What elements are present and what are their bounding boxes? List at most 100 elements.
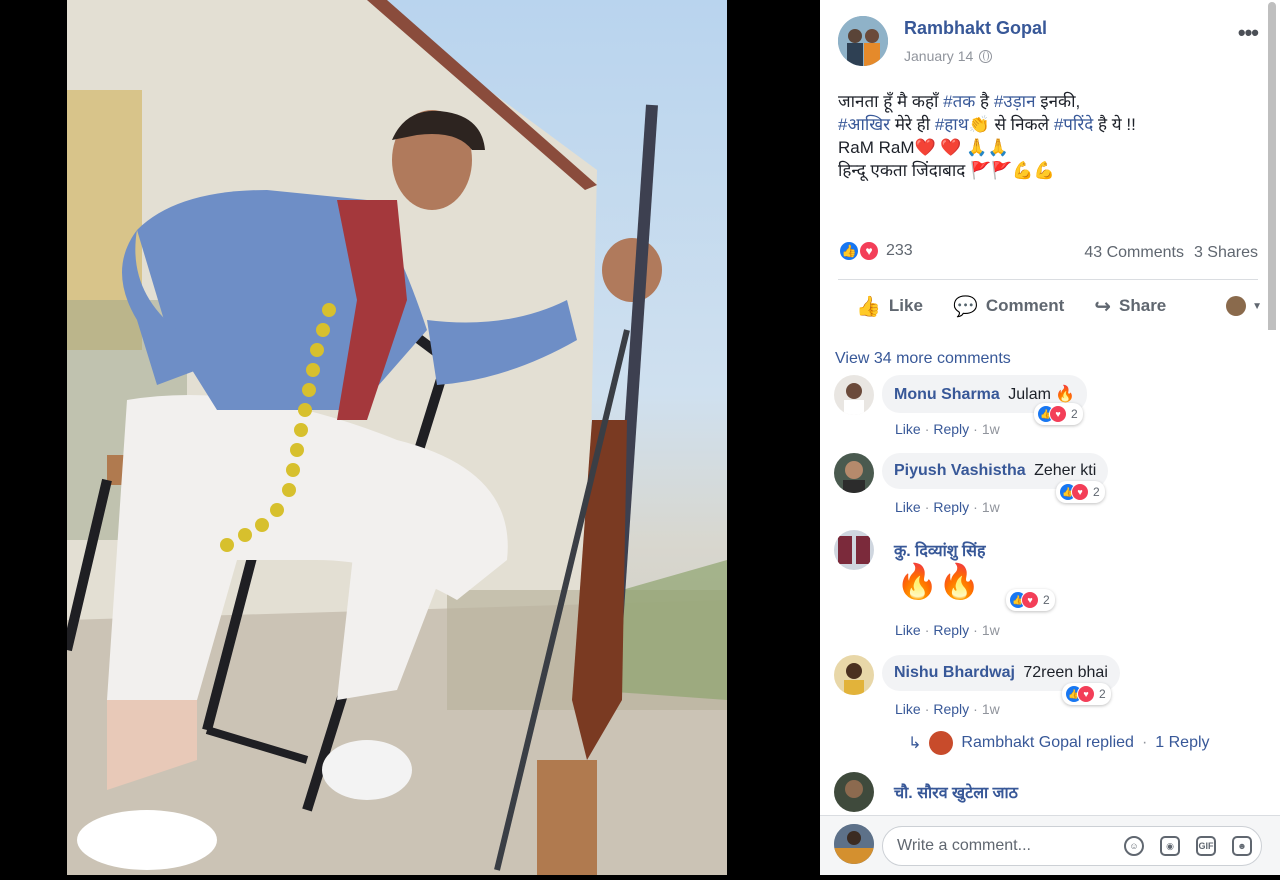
commenter-avatar[interactable]	[834, 453, 874, 493]
comment-reactions[interactable]: 👍 ♥ 2	[1034, 403, 1083, 425]
speech-bubble-icon: 💬	[952, 295, 978, 318]
comment-like-link[interactable]: Like	[895, 701, 921, 717]
post-photo[interactable]	[67, 0, 727, 875]
post-date[interactable]: January 14	[904, 48, 973, 64]
commenter-name[interactable]: कु. दिव्यांशु सिंह	[894, 543, 986, 560]
user-avatar-small	[1226, 296, 1247, 316]
comment-meta: Like · Reply · 1w	[895, 421, 1000, 437]
commenter-name[interactable]: Nishu Bhardwaj	[894, 664, 1015, 681]
view-more-comments-link[interactable]: View 34 more comments	[835, 350, 1011, 368]
comment-reaction-count: 2	[1071, 407, 1078, 421]
chevron-down-icon: ▼	[1252, 300, 1262, 312]
post-text-fragment: इनकी,	[1035, 92, 1081, 111]
hashtag-link[interactable]: #हाथ	[935, 115, 969, 134]
post-text-fragment: RaM RaM❤️ ❤️ 🙏🙏	[838, 138, 1009, 157]
reply-thread-link[interactable]: ↳ Rambhakt Gopal replied · 1 Reply	[908, 731, 1210, 755]
comment-button[interactable]: 💬 Comment	[953, 294, 1064, 319]
comment-reply-link[interactable]: Reply	[933, 701, 969, 717]
love-reaction-icon: ♥	[1077, 685, 1095, 703]
comment-text: Zeher kti	[1034, 462, 1097, 479]
commenter-avatar[interactable]	[834, 772, 874, 812]
sticker-icon[interactable]: ☻	[1232, 836, 1252, 856]
commenter-avatar[interactable]	[834, 655, 874, 695]
post-text-fragment: हिन्दू एकता जिंदाबाद 🚩🚩💪💪	[838, 161, 1055, 180]
post-text-fragment: है ये !!	[1093, 115, 1136, 134]
author-avatar[interactable]	[838, 16, 888, 66]
comment-reaction-count: 2	[1093, 485, 1100, 499]
comment-reactions[interactable]: 👍 ♥ 2	[1062, 683, 1111, 705]
comment-reaction-count: 2	[1099, 687, 1106, 701]
comment-item: Monu Sharma Julam 🔥 👍 ♥ 2 Like · Reply · 1w	[834, 375, 1254, 445]
photo-illustration	[67, 0, 727, 875]
comment-time[interactable]: 1w	[982, 421, 1000, 437]
post-text-fragment: है	[975, 92, 994, 111]
comment-reaction-count: 2	[1043, 593, 1050, 607]
gif-icon[interactable]: GIF	[1196, 836, 1216, 856]
comment-item: Piyush Vashistha Zeher kti 👍 ♥ 2 Like · Re…	[834, 453, 1254, 523]
reply-thread-author: Rambhakt Gopal replied	[961, 734, 1134, 751]
comment-reactions[interactable]: 👍 ♥ 2	[1006, 589, 1055, 611]
shares-count[interactable]: 3 Shares	[1194, 244, 1258, 262]
like-button[interactable]: 👍 Like	[856, 294, 923, 319]
post-text-line: जानता हूँ मै कहाँ #तक है #उड़ान इनकी,	[838, 90, 1258, 113]
comment-like-link[interactable]: Like	[895, 622, 921, 638]
comment-item: कु. दिव्यांशु सिंह 🔥🔥 👍 ♥ 2 Like · Reply · 1…	[834, 530, 1254, 640]
comment-reply-link[interactable]: Reply	[933, 622, 969, 638]
commenter-avatar[interactable]	[834, 530, 874, 570]
comment-input-placeholder: Write a comment...	[897, 837, 1031, 854]
share-button[interactable]: ↪ Share	[1094, 294, 1166, 319]
camera-icon[interactable]: ◉	[1160, 836, 1180, 856]
comment-composer: Write a comment... ☺ ◉ GIF ☻	[820, 815, 1280, 875]
react-as-selector[interactable]: ▼	[1226, 296, 1262, 316]
comment-time[interactable]: 1w	[982, 701, 1000, 717]
comment-like-link[interactable]: Like	[895, 499, 921, 515]
emoji-icon[interactable]: ☺	[1124, 836, 1144, 856]
post-text-fragment: 👏 से निकले	[968, 115, 1054, 134]
thumbs-up-icon: 👍	[856, 295, 881, 318]
comment-item: चौ. सौरव खुटेला जाठ	[834, 772, 1254, 817]
love-reaction-icon: ♥	[1071, 483, 1089, 501]
hashtag-link[interactable]: #उड़ान	[994, 92, 1036, 111]
comment-reply-link[interactable]: Reply	[933, 499, 969, 515]
share-arrow-icon: ↪	[1094, 295, 1112, 318]
hashtag-link[interactable]: #तक	[943, 92, 975, 111]
comment-reactions[interactable]: 👍 ♥ 2	[1056, 481, 1105, 503]
love-reaction-icon: ♥	[1049, 405, 1067, 423]
comment-text: Julam 🔥	[1008, 386, 1076, 403]
post-text: जानता हूँ मै कहाँ #तक है #उड़ान इनकी, #आख…	[838, 90, 1258, 182]
current-user-avatar	[834, 824, 874, 864]
comments-count[interactable]: 43 Comments	[1084, 244, 1184, 262]
comment-item: Nishu Bhardwaj 72reen bhai 👍 ♥ 2 Like · Re…	[834, 655, 1254, 725]
love-reaction-icon: ♥	[1021, 591, 1039, 609]
reply-arrow-icon: ↳	[908, 735, 922, 752]
hashtag-link[interactable]: #आखिर	[838, 115, 890, 134]
post-date-row: January 14	[904, 48, 993, 64]
commenter-name[interactable]: Monu Sharma	[894, 386, 1000, 403]
post-author-name[interactable]: Rambhakt Gopal	[904, 18, 1047, 39]
post-actions: 👍 Like 💬 Comment ↪ Share	[838, 284, 1258, 328]
like-label: Like	[888, 296, 923, 315]
commenter-name[interactable]: चौ. सौरव खुटेला जाठ	[894, 785, 1018, 802]
hashtag-link[interactable]: #परिंदे	[1054, 115, 1094, 134]
replier-avatar	[929, 731, 954, 755]
post-text-line: #आखिर मेरे ही #हाथ👏 से निकले #परिंदे है …	[838, 113, 1258, 136]
post-stats: 43 Comments 3 Shares	[1084, 244, 1258, 262]
globe-icon	[979, 49, 993, 63]
post-header: Rambhakt Gopal January 14 •••	[838, 16, 1259, 70]
comment-meta: Like · Reply · 1w	[895, 701, 1000, 717]
comment-reply-link[interactable]: Reply	[933, 421, 969, 437]
comment-meta: Like · Reply · 1w	[895, 622, 1000, 638]
comment-time[interactable]: 1w	[982, 622, 1000, 638]
comment-time[interactable]: 1w	[982, 499, 1000, 515]
like-reaction-icon: 👍	[838, 240, 860, 262]
comment-text: 🔥🔥	[896, 563, 981, 601]
more-options-icon[interactable]: •••	[1238, 20, 1259, 46]
commenter-avatar[interactable]	[834, 375, 874, 415]
comment-like-link[interactable]: Like	[895, 421, 921, 437]
comments-section: View 34 more comments Monu Sharma Julam …	[820, 330, 1280, 815]
commenter-name[interactable]: Piyush Vashistha	[894, 462, 1026, 479]
post-reactions[interactable]: 👍 ♥ 233	[838, 240, 913, 262]
post-text-fragment: जानता हूँ मै कहाँ	[838, 92, 944, 111]
post-side-panel: Rambhakt Gopal January 14 ••• जानता हूँ …	[820, 0, 1280, 875]
reaction-count: 233	[886, 242, 913, 259]
